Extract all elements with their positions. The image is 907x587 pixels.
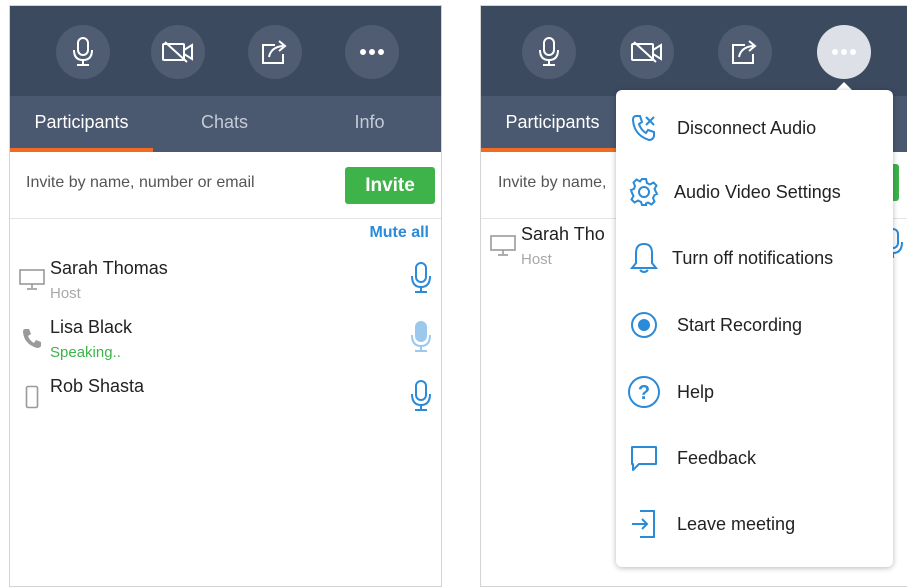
disconnect-audio-icon [627, 111, 661, 145]
menu-item-start-recording[interactable]: Start Recording [616, 291, 893, 357]
participant-status: Speaking.. [50, 344, 121, 361]
more-options-button[interactable] [345, 25, 399, 79]
participant-mic-button[interactable] [411, 321, 431, 358]
tab-chats[interactable]: Chats [153, 96, 296, 152]
participant-row[interactable]: Lisa Black Speaking.. [10, 317, 441, 373]
invite-row: Invite [10, 152, 441, 219]
menu-item-leave-meeting[interactable]: Leave meeting [616, 490, 893, 556]
help-icon: ? [627, 375, 661, 409]
menu-item-label: Start Recording [677, 315, 803, 335]
microphone-icon [411, 262, 431, 293]
gear-icon [627, 175, 661, 209]
leave-meeting-icon [627, 507, 661, 541]
participant-row[interactable]: Rob Shasta [10, 376, 441, 432]
menu-item-feedback[interactable]: Feedback [616, 424, 893, 490]
share-icon [262, 40, 287, 64]
video-toggle-button[interactable] [620, 25, 674, 79]
share-screen-button[interactable] [718, 25, 772, 79]
microphone-icon [411, 380, 431, 411]
menu-item-disconnect-audio[interactable]: Disconnect Audio [616, 94, 893, 160]
share-screen-button[interactable] [248, 25, 302, 79]
menu-item-audio-video-settings[interactable]: Audio Video Settings [616, 158, 893, 224]
menu-item-label: Leave meeting [677, 514, 796, 534]
participant-mic-button[interactable] [411, 380, 431, 417]
microphone-icon [73, 37, 93, 66]
video-off-icon [631, 41, 662, 63]
chat-bubble-icon [627, 441, 661, 475]
mute-microphone-button[interactable] [522, 25, 576, 79]
participant-name: Rob Shasta [50, 376, 145, 396]
record-icon [627, 308, 661, 342]
menu-item-help[interactable]: ? Help [616, 358, 893, 424]
menu-item-label: Audio Video Settings [674, 182, 841, 202]
participants-panel: Participants Chats Info Invite Mute all … [9, 5, 442, 587]
bell-icon [627, 241, 661, 275]
invite-input[interactable] [26, 174, 326, 192]
video-toggle-button[interactable] [151, 25, 205, 79]
menu-item-label: Disconnect Audio [677, 118, 817, 138]
monitor-icon [490, 232, 516, 258]
menu-item-turn-off-notifications[interactable]: Turn off notifications [616, 224, 893, 290]
more-options-button[interactable] [817, 25, 871, 79]
share-icon [732, 40, 757, 64]
mute-all-link[interactable]: Mute all [369, 224, 429, 242]
participant-status: Host [521, 251, 552, 268]
microphone-icon [539, 37, 559, 66]
mute-microphone-button[interactable] [56, 25, 110, 79]
more-icon [832, 49, 856, 55]
tab-participants[interactable]: Participants [10, 96, 153, 152]
participant-mic-button[interactable] [411, 262, 431, 299]
microphone-speaking-icon [411, 321, 431, 352]
svg-text:?: ? [638, 382, 650, 404]
menu-item-label: Feedback [677, 448, 757, 468]
invite-button[interactable]: Invite [345, 167, 435, 204]
more-icon [360, 49, 384, 55]
participant-name: Sarah Tho [521, 224, 605, 244]
participant-name: Lisa Black [50, 317, 133, 337]
mobile-icon [19, 384, 45, 410]
more-options-menu: Disconnect Audio Audio Video Settings Tu… [616, 90, 893, 567]
panel-tabs: Participants Chats Info [10, 96, 441, 152]
participant-name: Sarah Thomas [50, 258, 168, 278]
monitor-icon [19, 266, 45, 292]
menu-item-label: Turn off notifications [672, 248, 834, 268]
tab-participants[interactable]: Participants [481, 96, 624, 152]
participant-status: Host [50, 285, 81, 302]
menu-item-label: Help [677, 382, 715, 402]
phone-icon [19, 325, 45, 351]
video-off-icon [162, 41, 193, 63]
meeting-toolbar [10, 6, 441, 96]
invite-input[interactable] [498, 174, 618, 192]
participant-row[interactable]: Sarah Thomas Host [10, 258, 441, 314]
tab-info[interactable]: Info [296, 96, 441, 152]
